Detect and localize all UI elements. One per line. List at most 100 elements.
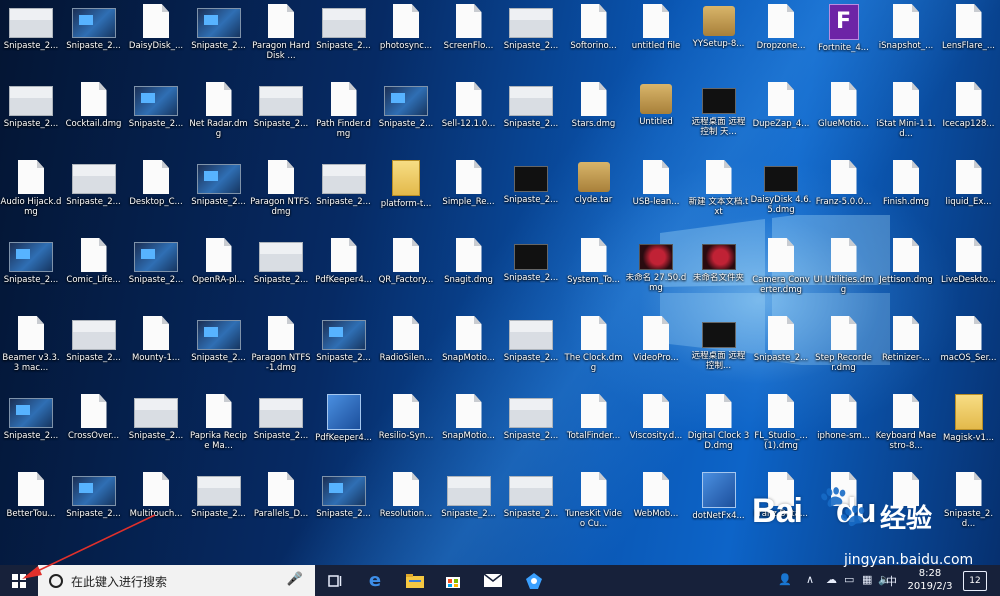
desktop-icon[interactable]: System_To... <box>563 236 625 314</box>
desktop-icon[interactable]: Untitled <box>625 80 687 158</box>
desktop-icon[interactable]: Snipaste_2... <box>63 158 125 236</box>
desktop-icon[interactable]: USB-lean... <box>625 158 687 236</box>
desktop-icon[interactable]: Paragon NTFS-1.dmg <box>250 314 312 392</box>
desktop-icon[interactable]: Snipaste_2... <box>438 470 500 548</box>
desktop-icon[interactable]: 远程桌面 远程 控制... <box>688 314 750 392</box>
desktop-icon[interactable]: Snipaste_2... <box>250 392 312 470</box>
desktop-icon[interactable]: Comic_Life... <box>63 236 125 314</box>
desktop-icon[interactable]: Snipaste_2... <box>0 2 62 80</box>
desktop-icon[interactable]: Snipaste_2... <box>500 158 562 236</box>
desktop-icon[interactable]: CrossOver... <box>63 392 125 470</box>
desktop-icon[interactable]: Snipaste_2... <box>500 2 562 80</box>
cloud-icon[interactable]: ☁ <box>826 573 837 586</box>
desktop-icon[interactable]: iStat Mini-1.1.d... <box>875 80 937 158</box>
task-view-icon[interactable] <box>316 565 354 596</box>
desktop-icon[interactable]: ScreenFlo... <box>438 2 500 80</box>
desktop-icon[interactable]: Softorino... <box>563 2 625 80</box>
desktop-icon[interactable]: GlueMotio... <box>813 80 875 158</box>
start-button[interactable] <box>0 565 38 596</box>
desktop-icon[interactable]: 未命名文件夹 <box>688 236 750 314</box>
desktop-icon[interactable]: Snipaste_2... <box>375 80 437 158</box>
desktop-icon[interactable]: Digital Clock 3D.dmg <box>688 392 750 470</box>
desktop-icon[interactable]: Snipaste_2... <box>125 80 187 158</box>
desktop-icon[interactable]: Multitouch... <box>125 470 187 548</box>
desktop-icon[interactable]: untitled file <box>625 2 687 80</box>
desktop-icon[interactable]: OpenRA-pl... <box>188 236 250 314</box>
desktop-icon[interactable]: Snipaste_2... <box>125 392 187 470</box>
desktop-icon[interactable]: iphone-sm... <box>813 392 875 470</box>
desktop-icon[interactable]: Snipaste_2... <box>0 236 62 314</box>
desktop-icon[interactable]: DaisyDisk_... <box>125 2 187 80</box>
desktop-icon[interactable]: Finish.dmg <box>875 158 937 236</box>
desktop-icon[interactable]: Snipaste_2... <box>63 470 125 548</box>
desktop-icon[interactable]: Snipaste_2... <box>313 158 375 236</box>
app-icon[interactable] <box>515 565 553 596</box>
desktop-icon[interactable]: Jettison.dmg <box>875 236 937 314</box>
desktop-icon[interactable]: F Fortnite_4... <box>813 2 875 80</box>
desktop-icon[interactable]: Franz-5.0.0... <box>813 158 875 236</box>
desktop-icon[interactable]: Snipaste_2... <box>500 470 562 548</box>
chevron-up-icon[interactable]: ∧ <box>806 573 814 586</box>
desktop-icon[interactable]: Snipaste_2... <box>313 314 375 392</box>
desktop-icon[interactable]: Camera Converter.dmg <box>750 236 812 314</box>
desktop-icon[interactable]: Snipaste_2... <box>500 80 562 158</box>
desktop-icon[interactable]: LensFlare_... <box>938 2 1000 80</box>
desktop-icon[interactable]: Snipaste_2... <box>188 314 250 392</box>
desktop-icon[interactable]: Cocktail.dmg <box>63 80 125 158</box>
desktop-icon[interactable]: Icecap128... <box>938 80 1000 158</box>
desktop-icon[interactable]: Simple_Re... <box>438 158 500 236</box>
desktop-icon[interactable]: Sell-12.1.0... <box>438 80 500 158</box>
microphone-icon[interactable]: 🎤 <box>287 572 303 587</box>
desktop-icon[interactable]: TunesKit Video Cu... <box>563 470 625 548</box>
desktop-icon[interactable]: QR_Factory... <box>375 236 437 314</box>
desktop-icon[interactable]: The Clock.dmg <box>563 314 625 392</box>
desktop-icon[interactable]: dotNetFx4... <box>688 470 750 548</box>
file-explorer-icon[interactable] <box>396 565 434 596</box>
desktop-icon[interactable]: PdfKeeper4... <box>313 392 375 470</box>
taskbar-search-box[interactable]: 在此键入进行搜索 🎤 <box>38 565 315 596</box>
notification-center-button[interactable]: 12 <box>963 571 987 591</box>
desktop-icon[interactable]: YYSetup-8... <box>688 2 750 80</box>
ime-indicator[interactable]: 中 <box>886 573 897 589</box>
mail-icon[interactable] <box>474 565 512 596</box>
desktop-icon[interactable]: 新建 文本文档.txt <box>688 158 750 236</box>
desktop-icon[interactable]: photosync... <box>375 2 437 80</box>
desktop-icon[interactable]: BetterTou... <box>0 470 62 548</box>
desktop-icon[interactable]: Stars.dmg <box>563 80 625 158</box>
desktop-icon[interactable]: Snipaste_2... <box>313 2 375 80</box>
desktop-icon[interactable]: Snipaste_2... <box>0 392 62 470</box>
desktop-icon[interactable]: Path Finder.dmg <box>313 80 375 158</box>
store-icon[interactable] <box>434 565 472 596</box>
desktop-icon[interactable]: liquid_Ex... <box>938 158 1000 236</box>
desktop-icon[interactable]: VideoPro... <box>625 314 687 392</box>
desktop-icon[interactable]: DaisyDisk 4.6.5.dmg <box>750 158 812 236</box>
desktop-icon[interactable]: Dropzone... <box>750 2 812 80</box>
desktop-icon[interactable]: platform-t... <box>375 158 437 236</box>
desktop-icon[interactable]: SnapMotio... <box>438 392 500 470</box>
desktop-icon[interactable]: Snipaste_2... <box>250 80 312 158</box>
desktop-icon[interactable]: Keyboard Maestro-8... <box>875 392 937 470</box>
desktop-icon[interactable]: iSnapshot_... <box>875 2 937 80</box>
desktop-icon[interactable]: FL_Studio_... (1).dmg <box>750 392 812 470</box>
desktop-icon[interactable]: Snipaste_2... <box>63 2 125 80</box>
desktop-icon[interactable]: SnapMotio... <box>438 314 500 392</box>
desktop-icon[interactable]: Paragon NTFS.dmg <box>250 158 312 236</box>
desktop-icon[interactable]: Snipaste_2... <box>250 236 312 314</box>
desktop-icon[interactable]: UI Utilities.dmg <box>813 236 875 314</box>
desktop-icon[interactable]: Snipaste_2... <box>750 314 812 392</box>
desktop-icon[interactable]: Snipaste_2... <box>188 2 250 80</box>
desktop-icon[interactable]: PdfKeeper4... <box>313 236 375 314</box>
edge-icon[interactable]: e <box>356 565 394 596</box>
desktop-icon[interactable]: Snipaste_2... <box>63 314 125 392</box>
desktop-icon[interactable]: 未命名 27.50.dmg <box>625 236 687 314</box>
desktop-icon[interactable]: clyde.tar <box>563 158 625 236</box>
desktop-icon[interactable]: Resilio-Syn... <box>375 392 437 470</box>
network-icon[interactable]: ▦ <box>862 573 872 586</box>
people-icon[interactable]: 👤 <box>778 573 792 586</box>
desktop-icon[interactable]: RadioSilen... <box>375 314 437 392</box>
desktop-icon[interactable]: LiveDeskto... <box>938 236 1000 314</box>
desktop-icon[interactable]: Snipaste_2... <box>313 470 375 548</box>
desktop-icon[interactable]: Audio Hijack.dmg <box>0 158 62 236</box>
desktop-icon[interactable]: Mounty-1... <box>125 314 187 392</box>
desktop-icon[interactable]: TotalFinder... <box>563 392 625 470</box>
